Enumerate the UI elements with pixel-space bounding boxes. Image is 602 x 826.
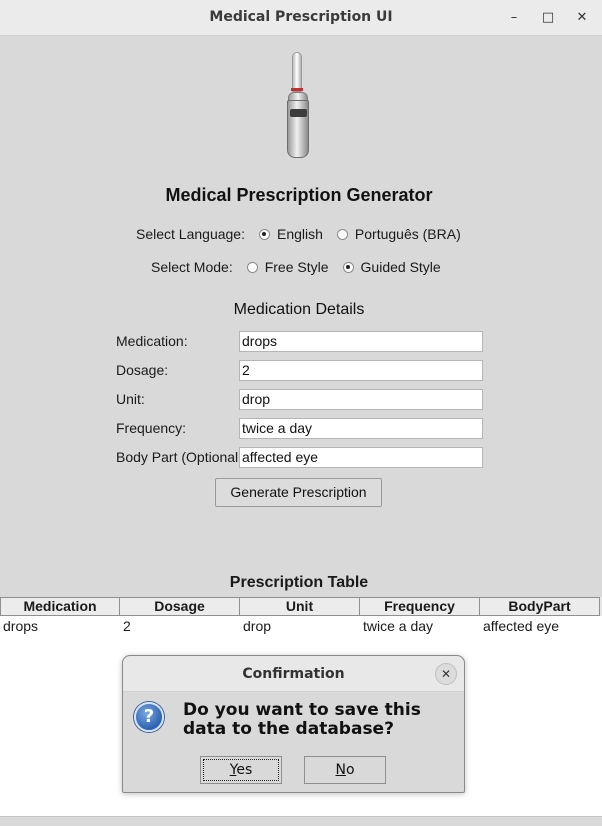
table-header: Medication Dosage Unit Frequency BodyPar… <box>0 597 602 616</box>
no-label: o <box>345 762 355 778</box>
dialog-titlebar: Confirmation ✕ <box>123 656 464 692</box>
minimize-button[interactable]: – <box>504 8 524 28</box>
mode-selector: Select Mode: Free Style Guided Style <box>151 259 441 275</box>
language-option-label: English <box>276 226 323 242</box>
no-mnemonic: N <box>335 762 346 778</box>
body-part-label: Body Part (Optional): <box>116 449 238 465</box>
unit-input[interactable]: drop <box>239 389 483 410</box>
horizontal-scrollbar[interactable] <box>0 816 602 826</box>
confirmation-dialog: Confirmation ✕ ? Do you want to save thi… <box>122 655 465 793</box>
window-titlebar: Medical Prescription UI – □ ✕ <box>0 0 602 36</box>
language-option-english[interactable]: English <box>258 226 323 242</box>
table-title: Prescription Table <box>229 574 369 591</box>
language-option-label: Português (BRA) <box>354 226 461 242</box>
radio-selected-icon[interactable] <box>342 261 354 273</box>
table-cell: twice a day <box>363 618 434 634</box>
maximize-button[interactable]: □ <box>538 8 558 28</box>
close-button[interactable]: ✕ <box>572 8 592 28</box>
language-label: Select Language: <box>136 226 245 242</box>
question-icon: ? <box>134 702 164 732</box>
mode-option-guided-style[interactable]: Guided Style <box>342 259 441 275</box>
frequency-label: Frequency: <box>116 420 187 436</box>
table-cell: drop <box>243 618 272 634</box>
mode-option-label: Free Style <box>264 259 329 275</box>
table-row[interactable]: drops 2 drop twice a day affected eye <box>0 616 602 636</box>
mode-option-free-style[interactable]: Free Style <box>246 259 329 275</box>
column-header-dosage[interactable]: Dosage <box>120 597 240 616</box>
page-title: Medical Prescription Generator <box>165 185 433 205</box>
unit-label: Unit: <box>116 391 145 407</box>
body-part-input[interactable]: affected eye <box>239 447 483 468</box>
yes-label: es <box>236 762 253 778</box>
dosage-label: Dosage: <box>116 362 169 378</box>
dialog-title: Confirmation <box>242 666 345 682</box>
table-cell: 2 <box>123 618 131 634</box>
mode-label: Select Mode: <box>151 259 233 275</box>
radio-unselected-icon[interactable] <box>246 261 258 273</box>
column-header-bodypart[interactable]: BodyPart <box>480 597 600 616</box>
table-cell: drops <box>3 618 39 634</box>
radio-unselected-icon[interactable] <box>336 228 348 240</box>
language-option-portuguese[interactable]: Português (BRA) <box>336 226 461 242</box>
generate-prescription-button[interactable]: Generate Prescription <box>215 478 382 507</box>
column-header-medication[interactable]: Medication <box>0 597 120 616</box>
yes-button[interactable]: Yes <box>200 756 282 784</box>
medication-input[interactable]: drops <box>239 331 483 352</box>
column-header-frequency[interactable]: Frequency <box>360 597 480 616</box>
dialog-message: Do you want to save this data to the dat… <box>183 700 421 739</box>
medication-label: Medication: <box>116 333 188 349</box>
section-title: Medication Details <box>233 301 365 318</box>
mode-option-label: Guided Style <box>360 259 441 275</box>
dosage-input[interactable]: 2 <box>239 360 483 381</box>
vial-icon <box>287 52 309 158</box>
frequency-input[interactable]: twice a day <box>239 418 483 439</box>
column-header-unit[interactable]: Unit <box>240 597 360 616</box>
dialog-close-button[interactable]: ✕ <box>435 663 457 685</box>
radio-selected-icon[interactable] <box>258 228 270 240</box>
no-button[interactable]: No <box>304 756 386 784</box>
language-selector: Select Language: English Português (BRA) <box>136 226 461 242</box>
table-cell: affected eye <box>483 618 560 634</box>
